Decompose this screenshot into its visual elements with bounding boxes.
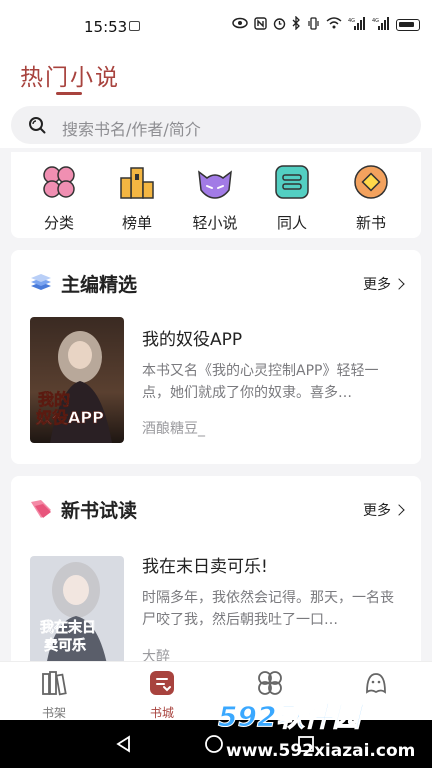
more-link[interactable]: 更多 [363, 500, 405, 520]
category-label: 同人 [276, 214, 307, 232]
signal-type-2: 4G [372, 18, 379, 24]
tab-bookshelf[interactable]: 书架 [24, 668, 84, 721]
battery-icon [396, 18, 420, 31]
category-tongren[interactable]: 同人 [262, 162, 322, 233]
more-link[interactable]: 更多 [363, 274, 405, 294]
tab-bookstore[interactable]: 书城 [132, 668, 192, 721]
tag-icon [31, 500, 51, 518]
chevron-right-icon [393, 278, 405, 290]
category-fenlei[interactable]: 分类 [29, 162, 89, 233]
section-header: 新书试读 更多 [11, 476, 421, 536]
cover-image: 我的 奴役APP [30, 317, 124, 443]
editor-pick-section: 主编精选 更多 我的 奴役APP 我的奴役APP 本书又名《我的心灵控制APP》… [11, 250, 421, 464]
search-placeholder: 搜索书名/作者/简介 [62, 120, 201, 139]
search-input[interactable]: 搜索书名/作者/简介 [11, 106, 421, 144]
category-bangdan[interactable]: 榜单 [107, 162, 167, 233]
category-label: 新书 [355, 214, 386, 232]
book-description: 本书又名《我的心灵控制APP》轻轻一点，她们就成了你的奴隶。喜多… [142, 363, 379, 401]
cover-title-2: 卖可乐 [44, 637, 86, 654]
search-icon [29, 117, 46, 134]
sim-icon [129, 21, 140, 31]
category-label: 榜单 [121, 214, 152, 232]
watermark-url: www.592xiazai.com [226, 741, 415, 761]
category-label: 分类 [43, 214, 74, 232]
cover-title-1: 我的 [38, 390, 70, 409]
section-title: 主编精选 [61, 274, 138, 296]
page-title: 热门小说 [20, 65, 120, 91]
bat-icon [198, 170, 232, 199]
book-description: 时隔多年，我依然会记得。那天，一名丧尸咬了我，然后朝我吐了一口… [142, 590, 394, 628]
nfc-icon [254, 16, 267, 33]
book-title[interactable]: 我的奴役APP [142, 325, 242, 350]
more-label: 更多 [363, 503, 391, 519]
section-title: 新书试读 [61, 500, 138, 522]
book-author: 酒酿糖豆_ [142, 421, 205, 437]
section-header: 主编精选 更多 [11, 250, 421, 310]
book-title[interactable]: 我在末日卖可乐! [142, 552, 268, 577]
wifi-icon [326, 17, 342, 32]
category-qingxiaoshuo[interactable]: 轻小说 [185, 162, 245, 233]
back-icon[interactable] [114, 734, 134, 754]
status-bar: 15:53 4G 4G [0, 0, 432, 52]
header: 热门小说 搜索书名/作者/简介 [0, 52, 432, 148]
status-time: 15:53 [84, 18, 128, 36]
bookstore-icon [150, 671, 174, 695]
title-underline [56, 92, 82, 95]
category-xinshu[interactable]: 新书 [341, 162, 401, 233]
watermark-logo: 592软件园 www.592xiazai.com [218, 700, 416, 762]
alarm-icon [273, 17, 286, 33]
new-book-icon [354, 165, 388, 199]
more-label: 更多 [363, 277, 391, 293]
eye-icon [232, 17, 248, 32]
cover-title-2: 奴役APP [35, 408, 104, 427]
signal-type-1: 4G [348, 18, 355, 24]
clover-icon [43, 166, 75, 198]
chevron-right-icon [393, 504, 405, 516]
status-icons: 4G 4G [232, 15, 420, 33]
vibrate-icon [307, 16, 320, 33]
books-stack-icon [31, 274, 51, 290]
list-icon [275, 165, 309, 199]
tab-label: 书城 [149, 706, 174, 720]
category-grid: 分类 榜单 轻小说 同人 新书 [11, 152, 421, 238]
category-label: 轻小说 [192, 214, 238, 232]
cover-title-1: 我在末日 [40, 619, 96, 636]
bluetooth-icon [292, 15, 301, 33]
book-cover[interactable]: 我的 奴役APP [30, 317, 124, 443]
watermark-main: 592软件园 [218, 700, 364, 733]
tab-label: 书架 [41, 706, 66, 720]
ranking-icon [120, 167, 154, 199]
new-books-section: 新书试读 更多 我在末日 卖可乐 我在末日卖可乐! 时隔多年，我依然会记得。那天… [11, 476, 421, 682]
signal-icon-2: 4G [372, 16, 390, 33]
bookshelf-icon [42, 671, 67, 696]
signal-icon: 4G [348, 16, 366, 33]
